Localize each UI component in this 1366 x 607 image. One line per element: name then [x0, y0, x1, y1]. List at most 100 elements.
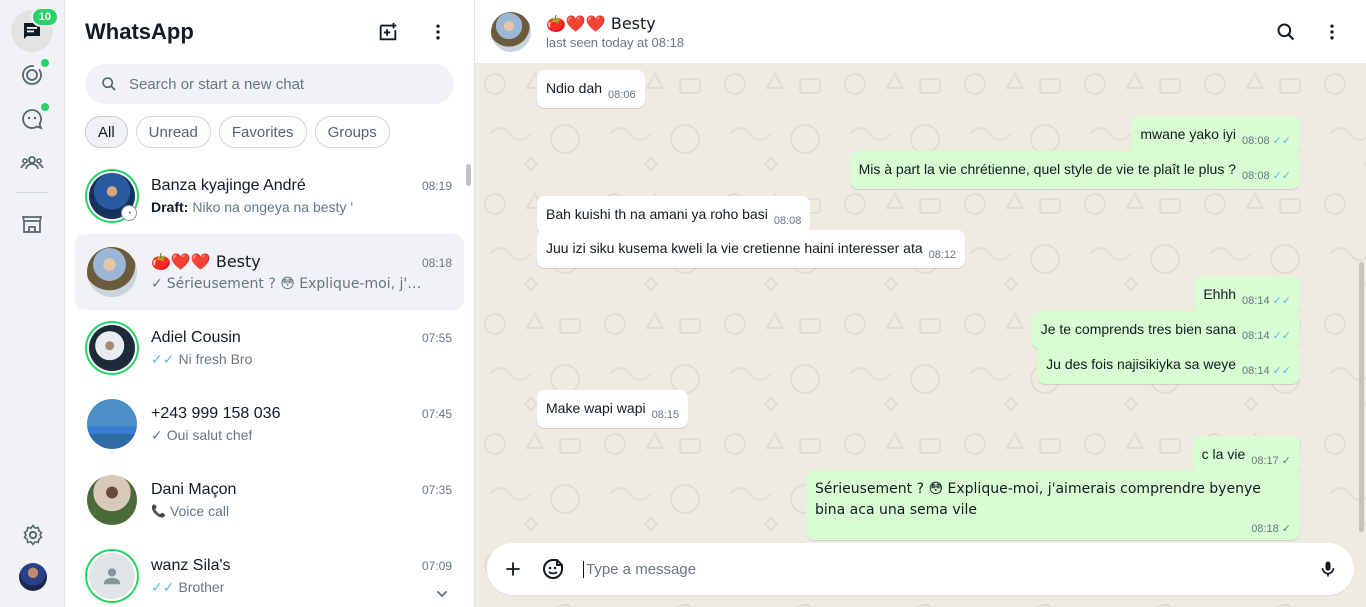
- chat-row[interactable]: wanz Sila's 07:09 ✓✓ Brother: [75, 538, 464, 607]
- message-text: Ndio dah: [546, 80, 603, 96]
- filter-groups[interactable]: Groups: [314, 116, 390, 148]
- avatar: [87, 247, 137, 297]
- chat-row-body: wanz Sila's 07:09 ✓✓ Brother: [151, 557, 452, 596]
- search-icon: [102, 77, 116, 91]
- message-incoming[interactable]: Juu izi siku kusema kweli la vie cretien…: [537, 230, 966, 268]
- chat-time: 07:45: [421, 406, 452, 421]
- communities-nav-button[interactable]: [11, 142, 53, 184]
- message-outgoing[interactable]: c la vie 08:17 ✓: [1192, 436, 1300, 474]
- conversation-scrollbar[interactable]: [1359, 262, 1364, 532]
- message-text: Je te comprends tres bien sana: [1040, 321, 1237, 337]
- filter-unread[interactable]: Unread: [135, 116, 211, 148]
- message-time: 08:08: [1242, 135, 1270, 147]
- message-time: 08:15: [651, 409, 680, 421]
- chat-preview: Niko na ongeya na besty ': [192, 199, 354, 215]
- filter-all[interactable]: All: [85, 116, 128, 148]
- status-icon: [22, 65, 42, 85]
- chat-list-scrollbar[interactable]: [466, 156, 472, 606]
- message-outgoing[interactable]: Mis à part la vie chrétienne, quel style…: [849, 151, 1300, 189]
- read-ticks-icon: ✓✓: [1272, 135, 1291, 147]
- chat-name: Dani Maçon: [151, 481, 237, 498]
- message-text: Mis à part la vie chrétienne, quel style…: [858, 161, 1237, 177]
- message-outgoing[interactable]: Ehhh 08:14 ✓✓: [1194, 276, 1300, 314]
- chats-nav-button[interactable]: 10: [11, 7, 59, 52]
- search-icon[interactable]: [1276, 22, 1296, 42]
- chat-row[interactable]: ◔ Banza kyajinge André 08:19 Draft: Niko n…: [75, 158, 464, 234]
- chat-row[interactable]: +243 999 158 036 07:45 ✓ Oui salut chef: [75, 386, 464, 462]
- scrollbar-thumb[interactable]: [466, 164, 471, 186]
- chat-preview: Voice call: [169, 503, 230, 519]
- sticker-icon[interactable]: [541, 557, 565, 581]
- chat-list-pane: WhatsApp All Unread Favorites Groups: [65, 0, 475, 607]
- chat-preview: Sérieusement ? 😳 Explique-moi, j'aime…: [166, 275, 427, 292]
- message-list: Ndio dah 08:06 mwane yako iyi 08:08 ✓✓ Mis …: [537, 64, 1300, 540]
- kebab-menu-icon[interactable]: [1322, 22, 1342, 42]
- settings-icon[interactable]: [21, 523, 45, 547]
- kebab-menu-icon: [436, 24, 440, 40]
- nav-rail: 10: [0, 0, 65, 607]
- chat-name: wanz Sila's: [151, 556, 231, 574]
- message-outgoing[interactable]: Ju des fois najisikiyka sa weye 08:14 ✓✓: [1037, 346, 1300, 384]
- message-text: mwane yako iyi: [1140, 126, 1237, 142]
- chat-time: 07:55: [421, 330, 452, 345]
- conversation-actions: [1276, 22, 1350, 42]
- message-incoming[interactable]: Ndio dah 08:06: [537, 70, 645, 108]
- message-incoming[interactable]: Bah kuishi th na amani ya roho basi 08:08: [537, 196, 811, 234]
- contact-info[interactable]: 🍅❤️❤️ Besty last seen today at 08:18: [546, 14, 1276, 50]
- sent-tick-icon: ✓: [151, 275, 163, 291]
- sent-tick-icon: ✓: [1281, 455, 1291, 467]
- message-outgoing[interactable]: mwane yako iyi 08:08 ✓✓: [1131, 116, 1300, 154]
- message-input[interactable]: [583, 560, 1300, 578]
- default-user-icon: [103, 568, 121, 585]
- profile-avatar[interactable]: [18, 563, 47, 591]
- chat-row-body: +243 999 158 036 07:45 ✓ Oui salut chef: [151, 405, 452, 444]
- microphone-icon[interactable]: [1318, 559, 1338, 579]
- communities-icon: [20, 156, 44, 170]
- store-nav-button[interactable]: [11, 203, 53, 245]
- last-seen-status: last seen today at 08:18: [546, 34, 685, 50]
- app-title: WhatsApp: [85, 19, 194, 44]
- search-input[interactable]: [129, 75, 429, 93]
- avatar: ◔: [89, 173, 137, 221]
- filter-favorites[interactable]: Favorites: [218, 116, 307, 148]
- conversation-header[interactable]: 🍅❤️❤️ Besty last seen today at 08:18: [475, 0, 1366, 64]
- filter-chips: All Unread Favorites Groups: [65, 104, 474, 158]
- chat-row[interactable]: Dani Maçon 07:35 📞 Voice call: [75, 462, 464, 538]
- message-text: Ju des fois najisikiyka sa weye: [1046, 356, 1237, 372]
- avatar: [87, 475, 137, 525]
- contact-avatar[interactable]: [491, 11, 531, 52]
- message-time: 08:12: [928, 249, 957, 261]
- message-composer: [487, 543, 1354, 595]
- message-time: 08:14: [1242, 295, 1270, 307]
- message-outgoing[interactable]: Sérieusement ? 😳 Explique-moi, j'aimerai…: [806, 470, 1300, 540]
- plus-icon[interactable]: [503, 559, 523, 579]
- new-chat-button[interactable]: [372, 16, 404, 48]
- message-text: Bah kuishi th na amani ya roho basi: [546, 206, 768, 222]
- new-chat-icon: [379, 22, 397, 41]
- avatar: [89, 325, 135, 371]
- sent-tick-icon: ✓: [1281, 523, 1291, 535]
- channels-icon: [22, 109, 43, 130]
- rail-divider: [15, 192, 49, 193]
- chat-name: Banza kyajinge André: [151, 177, 306, 194]
- message-outgoing[interactable]: Je te comprends tres bien sana 08:14 ✓✓: [1031, 311, 1300, 349]
- read-ticks-icon: ✓✓: [1272, 295, 1291, 307]
- message-incoming[interactable]: Make wapi wapi 08:15: [537, 390, 689, 428]
- read-ticks-icon: ✓✓: [1272, 365, 1291, 377]
- chat-time: 07:35: [421, 483, 452, 497]
- rail-bottom: [0, 523, 65, 591]
- message-time: 08:18: [1251, 523, 1279, 535]
- channels-nav-button[interactable]: [11, 98, 53, 140]
- status-dot: [41, 59, 49, 67]
- chat-row-selected[interactable]: 🍅❤️❤️ Besty 08:18 ✓ Sérieusement ? 😳 Expli…: [75, 234, 464, 310]
- chat-row-body: 🍅❤️❤️ Besty 08:18 ✓ Sérieusement ? 😳 Expli…: [151, 252, 452, 292]
- chevron-down-icon[interactable]: [434, 586, 450, 602]
- menu-button[interactable]: [422, 16, 454, 48]
- chat-row-body: Banza kyajinge André 08:19 Draft: Niko na …: [151, 177, 452, 215]
- message-text: Make wapi wapi: [546, 400, 646, 416]
- message-time: 08:08: [1242, 170, 1270, 182]
- chat-row[interactable]: Adiel Cousin 07:55 ✓✓ Ni fresh Bro: [75, 310, 464, 386]
- status-nav-button[interactable]: [11, 54, 53, 96]
- message-time: 08:14: [1242, 330, 1270, 342]
- store-icon: [21, 216, 43, 233]
